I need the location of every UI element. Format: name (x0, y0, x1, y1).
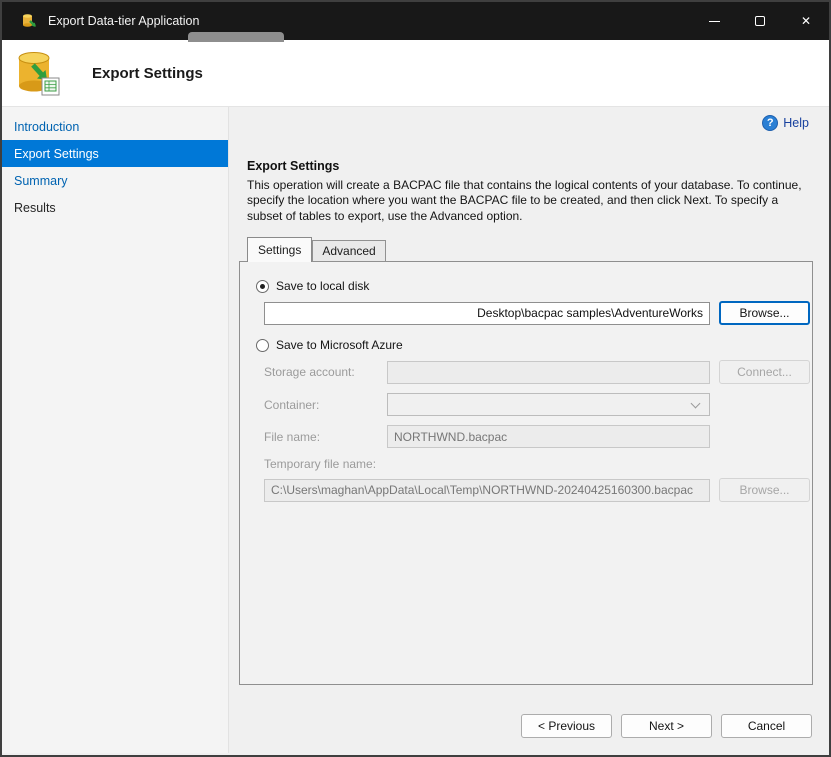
export-database-icon (16, 49, 62, 97)
titlebar-artifact (188, 32, 284, 42)
sidebar-item-summary[interactable]: Summary (2, 167, 228, 194)
sidebar-item-results[interactable]: Results (2, 194, 228, 221)
next-button[interactable]: Next > (621, 714, 712, 738)
browse-local-button[interactable]: Browse... (719, 301, 810, 325)
minimize-button[interactable] (691, 2, 737, 40)
minimize-icon (709, 21, 720, 22)
wizard-page-title: Export Settings (92, 65, 203, 82)
save-azure-label: Save to Microsoft Azure (276, 338, 403, 352)
connect-button: Connect... (719, 360, 810, 384)
local-path-input[interactable] (264, 302, 710, 325)
chevron-down-icon (691, 399, 701, 409)
temp-file-row: Browse... (264, 478, 810, 502)
wizard-content: ? Help Export Settings This operation wi… (229, 107, 829, 753)
temp-file-input (264, 479, 710, 502)
storage-account-input (387, 361, 710, 384)
help-icon: ? (762, 115, 778, 131)
titlebar[interactable]: Export Data-tier Application ✕ (2, 2, 829, 40)
close-icon: ✕ (801, 14, 811, 28)
wizard-steps-sidebar: Introduction Export Settings Summary Res… (2, 107, 229, 753)
file-name-label: File name: (264, 430, 387, 444)
container-select (387, 393, 710, 416)
wizard-footer-buttons: < Previous Next > Cancel (521, 714, 812, 738)
section-description: This operation will create a BACPAC file… (247, 178, 813, 224)
main-area: Introduction Export Settings Summary Res… (2, 107, 829, 753)
sidebar-item-introduction[interactable]: Introduction (2, 113, 228, 140)
tab-settings[interactable]: Settings (247, 237, 312, 262)
tab-advanced[interactable]: Advanced (312, 240, 385, 262)
wizard-header: Export Settings (2, 40, 829, 107)
previous-button[interactable]: < Previous (521, 714, 612, 738)
maximize-icon (755, 16, 765, 26)
radio-selected-icon (256, 280, 269, 293)
help-label: Help (783, 116, 809, 130)
save-local-disk-label: Save to local disk (276, 279, 369, 293)
browse-temp-button: Browse... (719, 478, 810, 502)
container-row: Container: (264, 393, 810, 416)
file-name-input (387, 425, 710, 448)
window-title: Export Data-tier Application (48, 14, 199, 28)
save-azure-radio[interactable]: Save to Microsoft Azure (256, 338, 403, 352)
container-label: Container: (264, 398, 387, 412)
section-title: Export Settings (247, 159, 813, 173)
storage-account-label: Storage account: (264, 365, 387, 379)
storage-account-row: Storage account: Connect... (264, 360, 810, 384)
save-local-disk-radio[interactable]: Save to local disk (256, 279, 369, 293)
caption-buttons: ✕ (691, 2, 829, 40)
app-export-icon (22, 13, 38, 29)
close-button[interactable]: ✕ (783, 2, 829, 40)
sidebar-item-export-settings[interactable]: Export Settings (2, 140, 228, 167)
maximize-button[interactable] (737, 2, 783, 40)
settings-tabstrip: Settings Advanced (247, 237, 813, 262)
file-name-row: File name: (264, 425, 810, 448)
radio-unselected-icon (256, 339, 269, 352)
cancel-button[interactable]: Cancel (721, 714, 812, 738)
local-path-row: Browse... (264, 301, 810, 325)
temp-file-name-label: Temporary file name: (264, 457, 810, 471)
help-link[interactable]: ? Help (762, 115, 809, 131)
settings-tab-panel: Save to local disk Browse... Save to Mic… (239, 261, 813, 685)
export-wizard-window: Export Data-tier Application ✕ Export Se… (0, 0, 831, 757)
